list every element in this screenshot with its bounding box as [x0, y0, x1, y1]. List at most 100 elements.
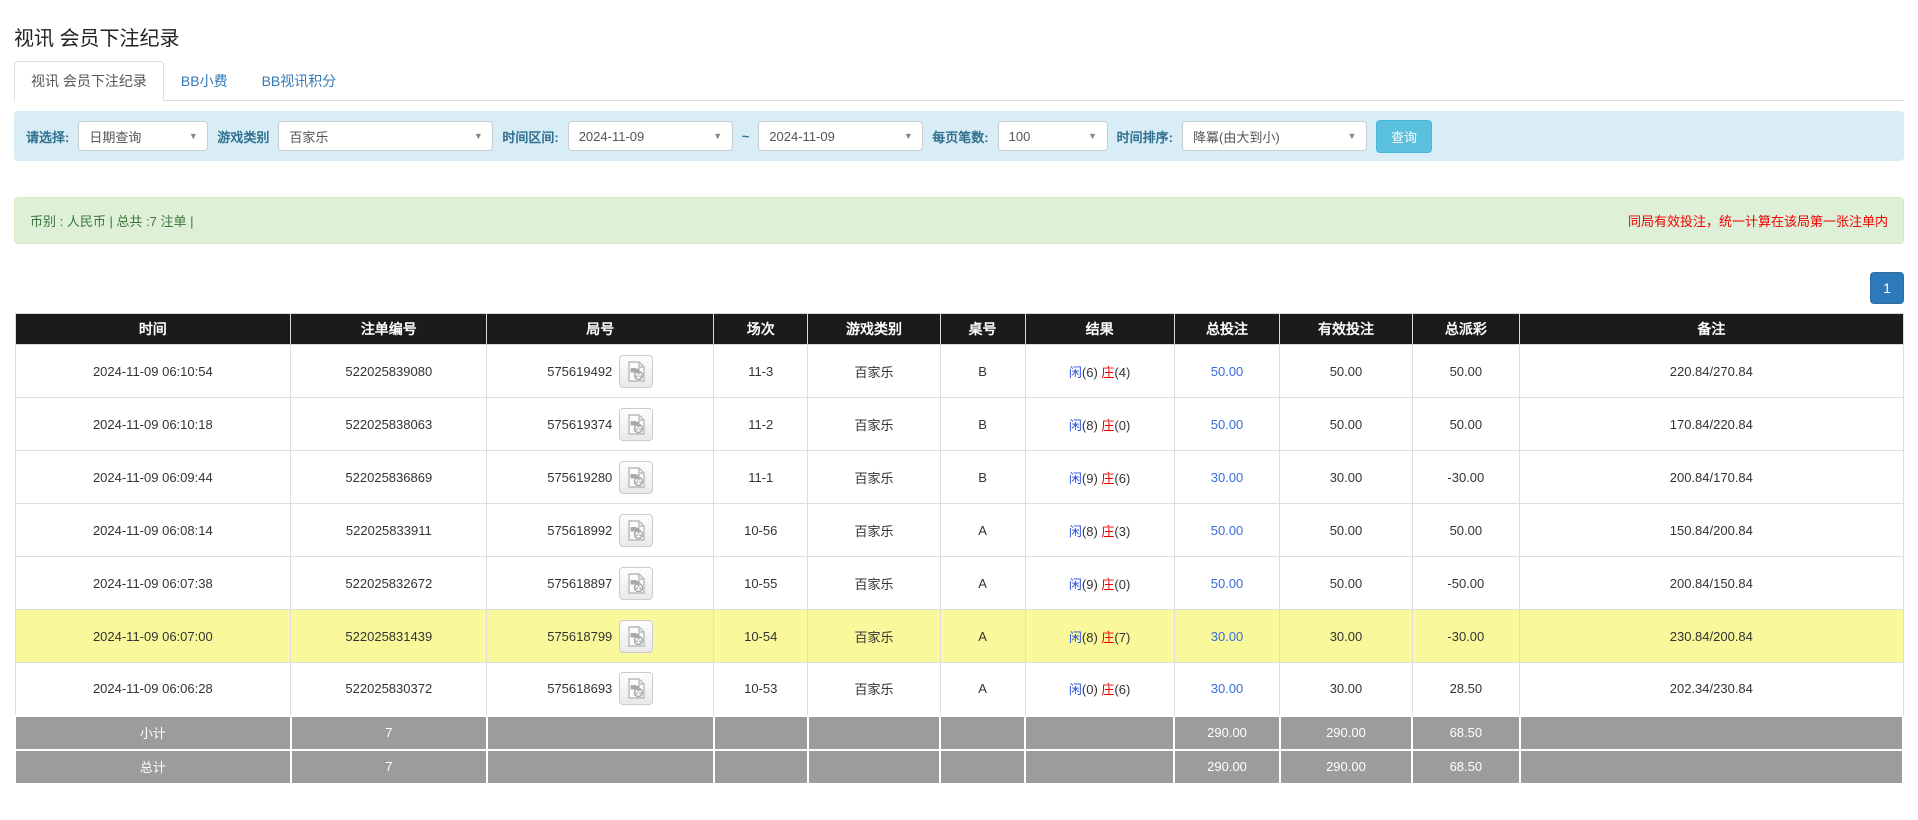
cell-round-id: 575618693	[487, 663, 714, 716]
video-replay-button[interactable]	[619, 408, 653, 441]
summary-empty-cell	[940, 750, 1025, 784]
round-id-text: 575618693	[547, 681, 612, 696]
game-type-value: 百家乐	[289, 127, 328, 146]
cell-table-no: B	[940, 398, 1025, 451]
summary-valid-bet: 290.00	[1280, 716, 1412, 750]
chevron-down-icon: ▼	[896, 124, 920, 148]
video-replay-button[interactable]	[619, 672, 653, 705]
column-header-remark: 备注	[1520, 314, 1903, 345]
result-banker-label: 庄	[1101, 682, 1114, 697]
cell-table-no: B	[940, 345, 1025, 398]
table-row: 2024-11-09 06:10:18 522025838063 5756193…	[15, 398, 1903, 451]
chevron-down-icon: ▼	[181, 124, 205, 148]
page-size-select[interactable]: 100 ▼	[998, 121, 1108, 151]
total-bet-link[interactable]: 50.00	[1211, 417, 1244, 432]
round-id-text: 575618799	[547, 629, 612, 644]
cell-valid-bet: 50.00	[1280, 345, 1412, 398]
summary-empty-cell	[808, 750, 940, 784]
column-header-game-type: 游戏类别	[808, 314, 940, 345]
total-bet-link[interactable]: 30.00	[1211, 629, 1244, 644]
summary-count: 7	[291, 750, 487, 784]
cell-payout: -50.00	[1412, 557, 1520, 610]
total-bet-link[interactable]: 50.00	[1211, 364, 1244, 379]
cell-total-bet: 30.00	[1174, 451, 1280, 504]
total-bet-link[interactable]: 50.00	[1211, 523, 1244, 538]
cell-remark: 220.84/270.84	[1520, 345, 1903, 398]
column-header-time: 时间	[15, 314, 291, 345]
cell-result: 闲(9) 庄(6)	[1025, 451, 1174, 504]
sort-order-select[interactable]: 降冪(由大到小) ▼	[1182, 121, 1367, 151]
result-banker-value: (3)	[1114, 524, 1130, 539]
cell-session: 11-2	[714, 398, 808, 451]
page-size-label: 每页笔数:	[932, 127, 988, 146]
total-bet-link[interactable]: 30.00	[1211, 681, 1244, 696]
tab-bar: 视讯 会员下注纪录 BB小费 BB视讯积分	[14, 64, 1904, 101]
cell-total-bet: 30.00	[1174, 610, 1280, 663]
result-banker-label: 庄	[1101, 471, 1114, 486]
pagination: 1	[14, 272, 1904, 304]
column-header-total-bet: 总投注	[1174, 314, 1280, 345]
cell-time: 2024-11-09 06:10:54	[15, 345, 291, 398]
cell-result: 闲(8) 庄(0)	[1025, 398, 1174, 451]
column-header-payout: 总派彩	[1412, 314, 1520, 345]
cell-round-id: 575619280	[487, 451, 714, 504]
cell-round-id: 575618799	[487, 610, 714, 663]
cell-game-type: 百家乐	[808, 451, 940, 504]
result-player-label: 闲	[1069, 577, 1082, 592]
summary-empty-cell	[487, 716, 714, 750]
cell-table-no: A	[940, 557, 1025, 610]
cell-game-type: 百家乐	[808, 557, 940, 610]
cell-game-type: 百家乐	[808, 398, 940, 451]
cell-remark: 200.84/150.84	[1520, 557, 1903, 610]
summary-empty-cell	[1025, 750, 1174, 784]
page-button-1[interactable]: 1	[1870, 272, 1904, 304]
result-player-label: 闲	[1069, 630, 1082, 645]
query-type-select[interactable]: 日期查询 ▼	[78, 121, 208, 151]
tab-bb-tips[interactable]: BB小费	[164, 61, 245, 101]
cell-valid-bet: 30.00	[1280, 610, 1412, 663]
date-to-select[interactable]: 2024-11-09 ▼	[758, 121, 923, 151]
summary-empty-cell	[940, 716, 1025, 750]
search-button[interactable]: 查询	[1376, 120, 1432, 153]
query-type-value: 日期查询	[89, 127, 141, 146]
column-header-table-no: 桌号	[940, 314, 1025, 345]
table-body: 2024-11-09 06:10:54 522025839080 5756194…	[15, 345, 1903, 716]
result-player-label: 闲	[1069, 365, 1082, 380]
tab-bb-video-points[interactable]: BB视讯积分	[245, 61, 354, 101]
cell-time: 2024-11-09 06:08:14	[15, 504, 291, 557]
cell-payout: -30.00	[1412, 610, 1520, 663]
video-replay-button[interactable]	[619, 514, 653, 547]
video-replay-button[interactable]	[619, 461, 653, 494]
cell-round-id: 575618992	[487, 504, 714, 557]
cell-table-no: A	[940, 663, 1025, 716]
video-replay-button[interactable]	[619, 355, 653, 388]
cell-remark: 150.84/200.84	[1520, 504, 1903, 557]
cell-table-no: A	[940, 504, 1025, 557]
video-file-icon	[627, 414, 646, 435]
summary-empty-cell	[1520, 750, 1903, 784]
total-bet-link[interactable]: 30.00	[1211, 470, 1244, 485]
result-banker-value: (7)	[1114, 630, 1130, 645]
date-from-select[interactable]: 2024-11-09 ▼	[568, 121, 733, 151]
cell-payout: 50.00	[1412, 345, 1520, 398]
cell-valid-bet: 30.00	[1280, 451, 1412, 504]
cell-remark: 200.84/170.84	[1520, 451, 1903, 504]
video-replay-button[interactable]	[619, 567, 653, 600]
column-header-session: 场次	[714, 314, 808, 345]
total-bet-link[interactable]: 50.00	[1211, 576, 1244, 591]
cell-total-bet: 50.00	[1174, 398, 1280, 451]
cell-game-type: 百家乐	[808, 610, 940, 663]
summary-row: 总计 7 290.00 290.00 68.50	[15, 750, 1903, 784]
sort-order-value: 降冪(由大到小)	[1193, 127, 1280, 146]
summary-empty-cell	[1520, 716, 1903, 750]
cell-bet-id: 522025833911	[291, 504, 487, 557]
summary-total-bet: 290.00	[1174, 716, 1280, 750]
cell-payout: 28.50	[1412, 663, 1520, 716]
page-container: 视讯 会员下注纪录 视讯 会员下注纪录 BB小费 BB视讯积分 请选择: 日期查…	[0, 0, 1918, 785]
cell-valid-bet: 50.00	[1280, 398, 1412, 451]
video-replay-button[interactable]	[619, 620, 653, 653]
cell-session: 10-55	[714, 557, 808, 610]
chevron-down-icon: ▼	[466, 124, 490, 148]
game-type-select[interactable]: 百家乐 ▼	[278, 121, 493, 151]
tab-betting-records[interactable]: 视讯 会员下注纪录	[14, 61, 164, 101]
